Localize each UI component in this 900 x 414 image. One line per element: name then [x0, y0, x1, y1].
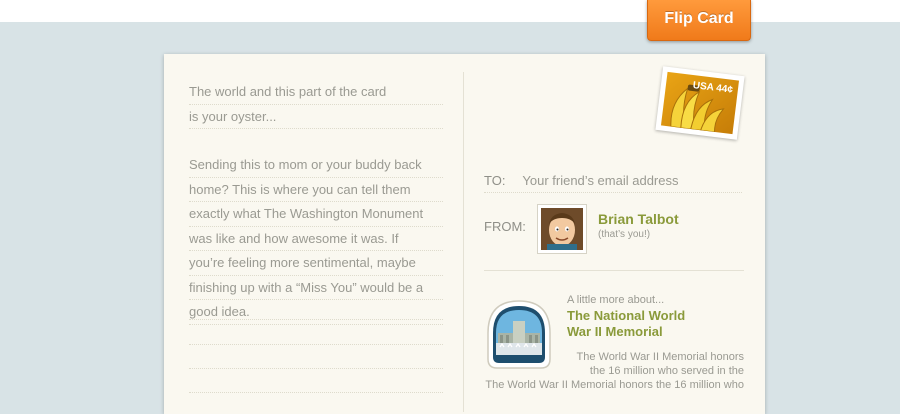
section-separator [484, 270, 744, 271]
message-line: is your oyster... [189, 105, 443, 129]
message-line: good idea. [189, 300, 443, 325]
about-title-line: War II Memorial [567, 324, 663, 339]
about-body-line: The World War II Memorial honors the 16 … [485, 379, 744, 391]
to-email-field[interactable]: TO: Your friend’s email address [484, 170, 742, 193]
from-label: FROM: [484, 219, 526, 234]
message-line: exactly what The Washington Monument [189, 202, 443, 227]
blank-writing-line [189, 319, 443, 320]
scalloped-edge [0, 14, 900, 22]
message-line: you’re feeling more sentimental, maybe [189, 251, 443, 276]
about-body-line: The World War II Memorial honors [576, 351, 745, 363]
message-line: Sending this to mom or your buddy back [189, 153, 443, 178]
to-label: TO: [484, 173, 506, 188]
about-body-line: the 16 million who served in the [589, 365, 744, 377]
bananas-stamp-icon: USA 44¢ [660, 71, 740, 135]
message-line: home? This is where you can tell them [189, 178, 443, 202]
sender-name: Brian Talbot [598, 211, 679, 227]
about-label: A little more about... [567, 294, 665, 306]
about-title-line: The National World [567, 308, 686, 323]
postcard: The world and this part of the card is y… [164, 54, 765, 414]
message-line: finishing up with a “Miss You” would be … [189, 276, 443, 300]
avatar [537, 204, 587, 254]
message-gap [189, 129, 443, 153]
about-body: The World War II Memorial honors the 16 … [482, 350, 744, 392]
cartoon-avatar [541, 208, 583, 250]
message-line: The world and this part of the card [189, 80, 443, 105]
postage-stamp: USA 44¢ [655, 66, 745, 140]
sender-note: (that’s you!) [598, 229, 651, 240]
blank-writing-line [189, 368, 443, 369]
message-area[interactable]: The world and this part of the card is y… [189, 80, 443, 325]
to-email-placeholder: Your friend’s email address [522, 173, 679, 188]
card-divider [463, 72, 464, 412]
blank-writing-line [189, 344, 443, 345]
about-title[interactable]: The National World War II Memorial [567, 308, 742, 340]
flip-card-button[interactable]: Flip Card [647, 0, 751, 41]
message-line: was like and how awesome it was. If [189, 227, 443, 251]
blank-writing-line [189, 392, 443, 393]
